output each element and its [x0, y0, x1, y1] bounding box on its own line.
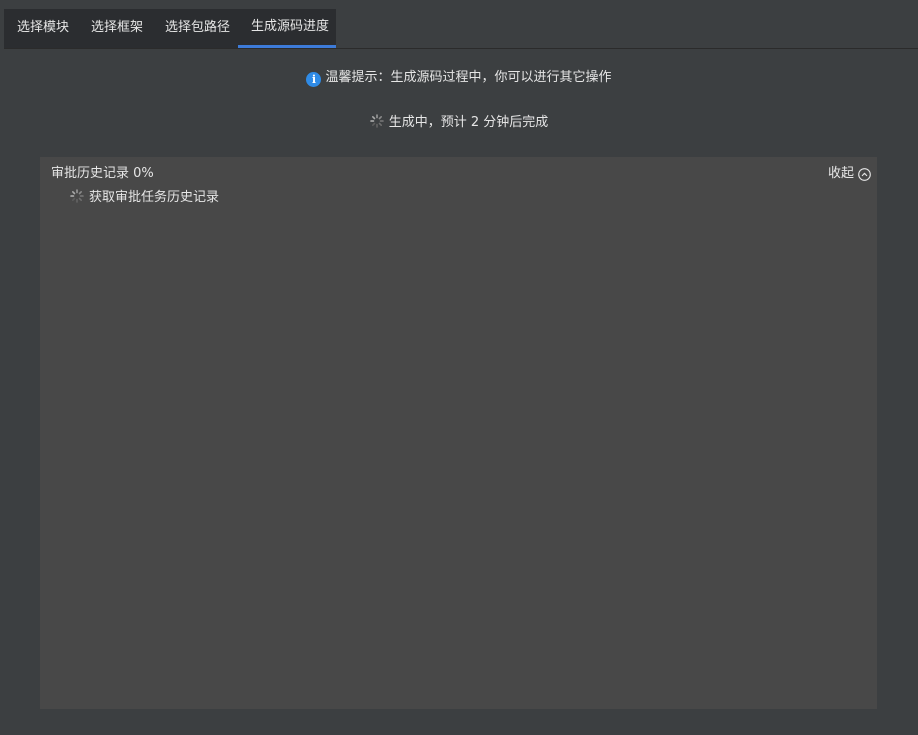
generation-status: 生成中，预计 2 分钟后完成 — [0, 114, 918, 132]
wizard-tabs: 选择模块 选择框架 选择包路径 生成源码进度 — [4, 9, 336, 48]
tab-select-module[interactable]: 选择模块 — [4, 9, 78, 48]
generate-source-dialog: 选择模块 选择框架 选择包路径 生成源码进度 i 温馨提示：生成源码过程中，你可以… — [0, 0, 918, 735]
loading-spinner-icon — [369, 114, 384, 128]
chevron-up-circle-icon — [858, 167, 871, 181]
info-icon: i — [306, 72, 322, 87]
status-text: 生成中，预计 2 分钟后完成 — [388, 115, 549, 130]
tip-message: i 温馨提示：生成源码过程中，你可以进行其它操作 — [0, 69, 918, 87]
tab-generate-progress[interactable]: 生成源码进度 — [238, 9, 336, 48]
collapse-button[interactable]: 收起 — [828, 165, 871, 183]
approval-history-panel: 审批历史记录 0% 收起 获取审批任务历史记录 — [40, 157, 877, 709]
collapse-label: 收起 — [827, 166, 854, 181]
loading-spinner-icon — [70, 189, 84, 203]
wizard-tab-bar: 选择模块 选择框架 选择包路径 生成源码进度 — [4, 9, 918, 49]
tab-select-framework[interactable]: 选择框架 — [78, 9, 152, 48]
panel-title: 审批历史记录 0% — [51, 166, 154, 181]
tab-select-package-path[interactable]: 选择包路径 — [152, 9, 238, 48]
list-item-label: 获取审批任务历史记录 — [89, 190, 220, 205]
list-item: 获取审批任务历史记录 — [70, 189, 219, 207]
tip-text: 温馨提示：生成源码过程中，你可以进行其它操作 — [325, 70, 612, 85]
